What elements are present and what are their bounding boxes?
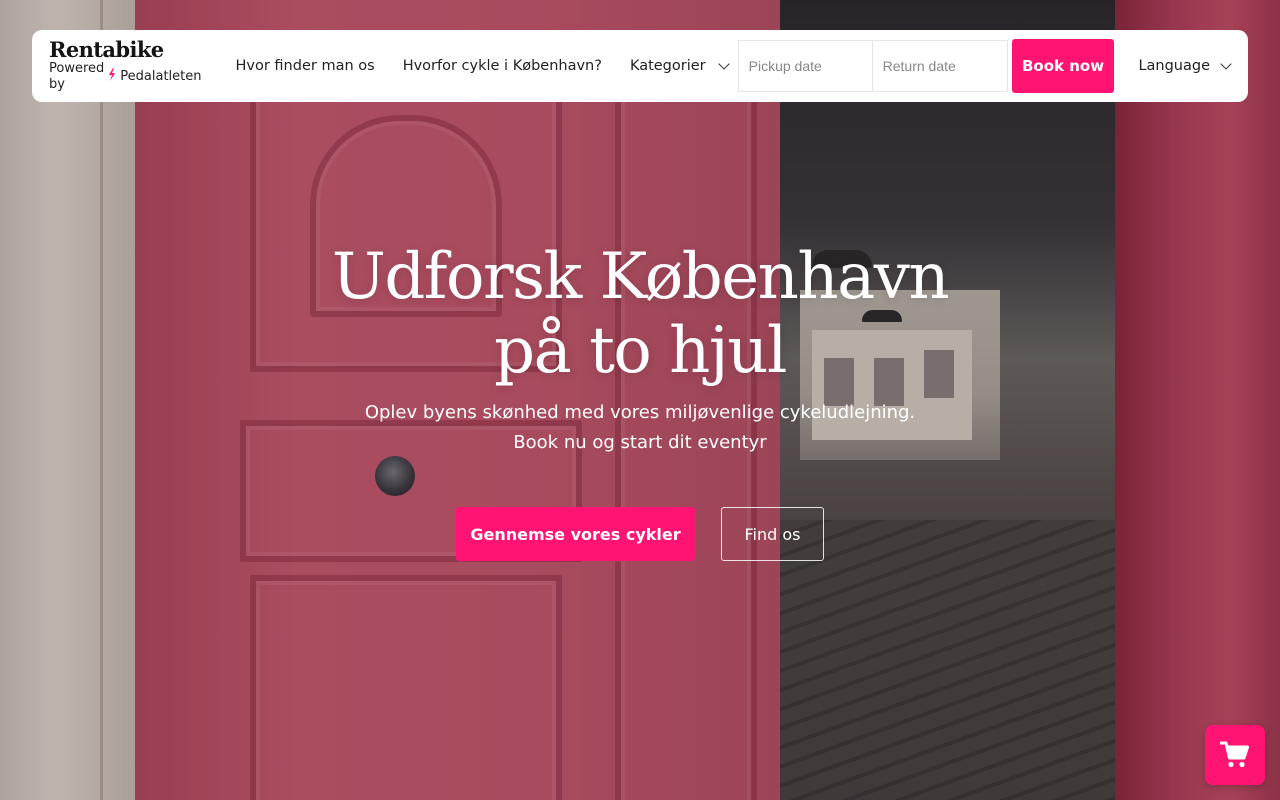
categories-label: Kategorier xyxy=(629,58,706,74)
hero-title: Udforsk København på to hjul xyxy=(290,240,990,388)
brand-logo[interactable]: Rentabike Powered by Pedalatleten xyxy=(49,39,202,93)
hero-title-line-2: på to hjul xyxy=(494,314,787,388)
date-range-picker xyxy=(737,40,1008,92)
lightning-bolt-icon xyxy=(108,68,116,86)
nav-link-why-cycle[interactable]: Hvorfor cykle i København? xyxy=(403,58,602,74)
powered-by-label: Powered by xyxy=(49,61,105,92)
language-label: Language xyxy=(1138,58,1210,74)
book-now-button[interactable]: Book now xyxy=(1011,39,1115,93)
hero-subtitle-line-2: Book nu og start dit eventyr xyxy=(513,432,767,453)
categories-dropdown[interactable]: Kategorier xyxy=(629,58,730,74)
navbar: Rentabike Powered by Pedalatleten Hvor f… xyxy=(32,30,1248,102)
language-dropdown[interactable]: Language xyxy=(1138,58,1232,74)
shopping-cart-icon xyxy=(1220,741,1249,768)
find-us-button[interactable]: Find os xyxy=(721,507,824,561)
browse-bikes-button[interactable]: Gennemse vores cykler xyxy=(456,507,695,561)
return-date-input[interactable] xyxy=(872,41,1007,91)
chevron-down-icon xyxy=(1220,58,1232,70)
brand-name: Rentabike xyxy=(49,37,164,62)
pickup-date-input[interactable] xyxy=(738,41,873,91)
hero-title-line-1: Udforsk København xyxy=(331,240,950,314)
brand-subtitle: Powered by Pedalatleten xyxy=(49,61,202,93)
partner-name: Pedalatleten xyxy=(120,69,202,84)
hero-subtitle-line-1: Oplev byens skønhed med vores miljøvenli… xyxy=(364,402,916,423)
nav-link-location[interactable]: Hvor finder man os xyxy=(236,58,375,74)
chevron-down-icon xyxy=(717,58,730,70)
hero-subtitle: Oplev byens skønhed med vores miljøvenli… xyxy=(340,398,940,458)
cart-button[interactable] xyxy=(1205,725,1265,785)
